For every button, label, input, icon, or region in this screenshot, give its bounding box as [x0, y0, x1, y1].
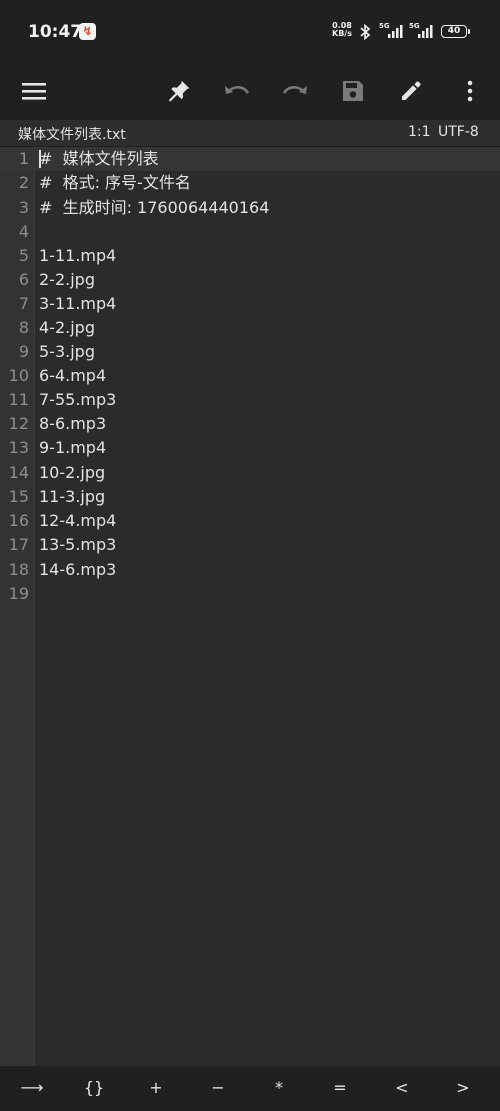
battery-icon: 40 — [441, 25, 470, 38]
line-text[interactable]: # 格式: 序号-文件名 — [39, 171, 191, 195]
equals-key[interactable]: = — [320, 1078, 360, 1097]
line-number: 7 — [18, 294, 29, 313]
cursor-position: 1:1 — [408, 124, 431, 140]
line-text[interactable]: 12-4.mp4 — [39, 509, 116, 533]
line-text[interactable]: # 生成时间: 1760064440164 — [39, 196, 269, 220]
editor-line[interactable]: 5 1-11.mp4 — [0, 244, 500, 268]
editor-line[interactable]: 16 12-4.mp4 — [0, 509, 500, 533]
asterisk-key[interactable]: * — [259, 1078, 299, 1097]
line-number: 1 — [18, 149, 29, 168]
editor-line[interactable]: 4 — [0, 220, 500, 244]
editor-line[interactable]: 19 — [0, 582, 500, 606]
editor-line[interactable]: 2 # 格式: 序号-文件名 — [0, 171, 500, 195]
edit-icon[interactable] — [391, 71, 431, 111]
line-number: 17 — [8, 535, 29, 554]
line-text[interactable]: 7-55.mp3 — [39, 388, 116, 412]
editor-line[interactable]: 6 2-2.jpg — [0, 268, 500, 292]
braces-key[interactable]: {} — [74, 1078, 114, 1097]
bluetooth-icon — [360, 24, 371, 40]
editor-line[interactable]: 17 13-5.mp3 — [0, 533, 500, 557]
tab-key[interactable]: ⟶ — [12, 1078, 52, 1097]
line-number: 10 — [8, 366, 29, 385]
file-encoding[interactable]: UTF-8 — [438, 124, 479, 140]
editor-line[interactable]: 1 # 媒体文件列表 — [0, 147, 500, 171]
minus-key[interactable]: − — [198, 1078, 238, 1097]
line-text[interactable]: 9-1.mp4 — [39, 436, 106, 460]
line-number: 3 — [18, 198, 29, 217]
undo-icon[interactable] — [217, 71, 257, 111]
line-number: 11 — [8, 390, 29, 409]
less-than-key[interactable]: < — [382, 1078, 422, 1097]
line-number: 9 — [18, 342, 29, 361]
signal-bars-icon — [388, 25, 403, 38]
file-info-bar: 媒体文件列表.txt 1:1 UTF-8 — [0, 120, 500, 147]
more-vert-icon[interactable] — [450, 71, 490, 111]
editor-line[interactable]: 9 5-3.jpg — [0, 340, 500, 364]
line-text[interactable]: 1-11.mp4 — [39, 244, 116, 268]
network-speed-unit: KB/s — [332, 29, 352, 38]
editor-line[interactable]: 7 3-11.mp4 — [0, 292, 500, 316]
status-bar: 10:47 ↯ 0.08 KB/s 5G 5G 40 — [0, 0, 500, 62]
app-notification-icon: ↯ — [79, 23, 96, 40]
line-text[interactable]: 8-6.mp3 — [39, 412, 106, 436]
line-number: 14 — [8, 463, 29, 482]
symbol-key-bar: ⟶ {} + − * = < > — [0, 1066, 500, 1111]
line-number: 19 — [8, 584, 29, 603]
clock: 10:47 — [28, 22, 83, 42]
menu-icon[interactable] — [14, 71, 54, 111]
editor-line[interactable]: 12 8-6.mp3 — [0, 412, 500, 436]
line-text[interactable]: 4-2.jpg — [39, 316, 95, 340]
line-number: 4 — [18, 222, 29, 241]
editor-line[interactable]: 3 # 生成时间: 1760064440164 — [0, 196, 500, 220]
text-cursor — [39, 150, 41, 168]
line-number: 5 — [18, 246, 29, 265]
line-text[interactable]: 13-5.mp3 — [39, 533, 116, 557]
line-number: 18 — [8, 560, 29, 579]
line-number: 16 — [8, 511, 29, 530]
line-number: 15 — [8, 487, 29, 506]
redo-icon[interactable] — [275, 71, 315, 111]
line-number: 8 — [18, 318, 29, 337]
line-text[interactable]: 2-2.jpg — [39, 268, 95, 292]
editor-line[interactable]: 8 4-2.jpg — [0, 316, 500, 340]
editor-line[interactable]: 13 9-1.mp4 — [0, 436, 500, 460]
line-text[interactable]: 10-2.jpg — [39, 461, 105, 485]
editor-line[interactable]: 11 7-55.mp3 — [0, 388, 500, 412]
editor-line[interactable]: 18 14-6.mp3 — [0, 558, 500, 582]
plus-key[interactable]: + — [136, 1078, 176, 1097]
line-text[interactable]: # 媒体文件列表 — [39, 147, 159, 171]
file-name: 媒体文件列表.txt — [18, 127, 126, 143]
line-number: 2 — [18, 173, 29, 192]
line-number: 6 — [18, 270, 29, 289]
signal-bars-icon — [418, 25, 433, 38]
line-text[interactable]: 5-3.jpg — [39, 340, 95, 364]
line-text[interactable]: 3-11.mp4 — [39, 292, 116, 316]
app-toolbar — [0, 62, 500, 120]
line-number: 12 — [8, 414, 29, 433]
editor-line[interactable]: 15 11-3.jpg — [0, 485, 500, 509]
line-text[interactable]: 6-4.mp4 — [39, 364, 106, 388]
greater-than-key[interactable]: > — [443, 1078, 483, 1097]
save-icon[interactable] — [333, 71, 373, 111]
network-speed: 0.08 KB/s — [330, 22, 354, 38]
editor-line[interactable]: 10 6-4.mp4 — [0, 364, 500, 388]
editor-line[interactable]: 14 10-2.jpg — [0, 461, 500, 485]
line-text[interactable]: 11-3.jpg — [39, 485, 105, 509]
line-text[interactable]: 14-6.mp3 — [39, 558, 116, 582]
pin-icon[interactable] — [159, 71, 199, 111]
line-number: 13 — [8, 438, 29, 457]
